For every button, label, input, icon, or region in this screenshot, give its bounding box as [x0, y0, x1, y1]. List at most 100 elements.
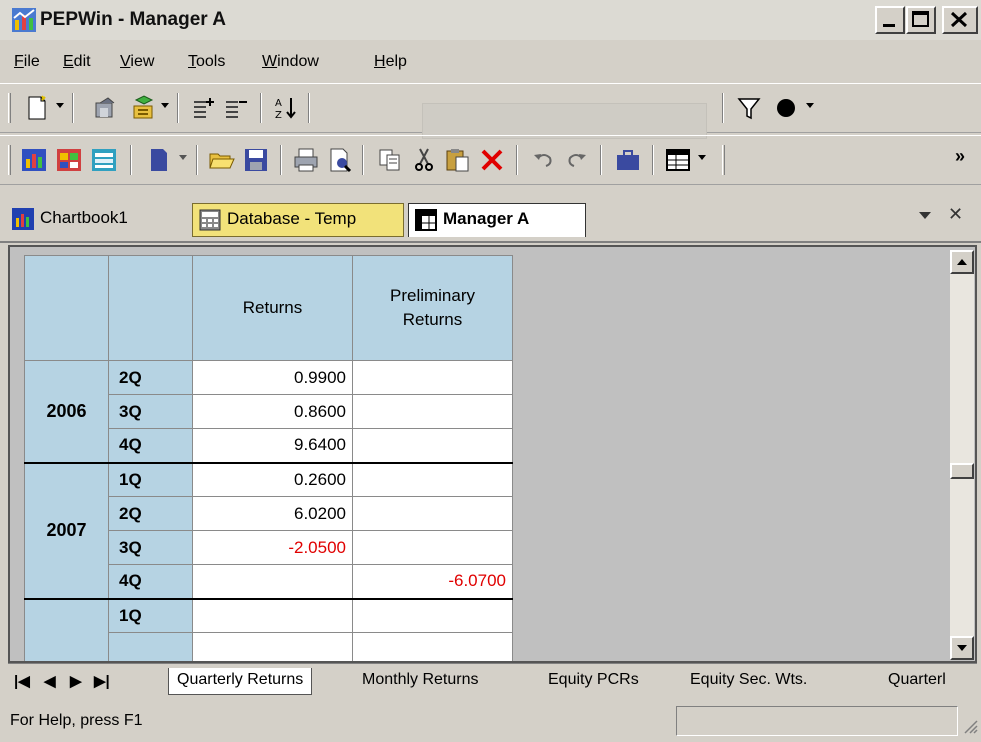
preliminary-cell[interactable] [352, 530, 513, 565]
preliminary-cell[interactable] [352, 461, 513, 497]
menu-view[interactable]: View [120, 52, 154, 72]
scroll-up-button[interactable] [950, 250, 974, 274]
close-button[interactable] [942, 6, 978, 34]
tab-list-chevron-icon[interactable] [918, 211, 932, 221]
preliminary-cell[interactable] [352, 496, 513, 531]
toolbar-grip[interactable] [8, 93, 11, 123]
copy-icon[interactable] [376, 146, 404, 174]
returns-cell[interactable] [192, 564, 353, 599]
tab-database-label: Database - Temp [227, 209, 357, 228]
chevron-down-icon[interactable] [697, 154, 707, 162]
quarter-cell: 1Q [108, 597, 193, 633]
sheet-tab-equity-pcrs[interactable]: Equity PCRs [548, 668, 639, 694]
tab-database[interactable]: Database - Temp [192, 203, 404, 237]
toolbar-separator [196, 145, 198, 175]
resize-grip-icon[interactable] [960, 716, 978, 734]
preliminary-cell-negative[interactable]: -6.0700 [352, 564, 513, 599]
open-folder-icon[interactable] [208, 146, 236, 174]
returns-cell[interactable]: 0.2600 [192, 461, 353, 497]
document-icon[interactable] [145, 146, 173, 174]
toolbar-grip[interactable] [722, 145, 725, 175]
sheet-tab-quarterly[interactable]: Quarterl [888, 668, 946, 694]
cut-icon[interactable] [410, 146, 438, 174]
table-row: 1Q [24, 597, 513, 661]
returns-cell[interactable]: 0.8600 [192, 394, 353, 429]
year-cell-2006: 2006 [24, 360, 109, 463]
next-sheet-icon[interactable]: ▶ [70, 672, 82, 690]
circle-icon[interactable] [772, 94, 800, 122]
menu-file-label: File [14, 53, 40, 70]
toolbar-overflow-icon[interactable]: » [955, 146, 965, 167]
scroll-down-button[interactable] [950, 636, 974, 660]
chevron-down-icon[interactable] [805, 102, 815, 110]
menu-edit[interactable]: Edit [63, 52, 91, 72]
column-header-returns[interactable]: Returns [192, 255, 353, 361]
tab-manager[interactable]: Manager A [408, 203, 586, 237]
scroll-thumb[interactable] [950, 463, 974, 479]
chart-multi-icon[interactable] [55, 146, 83, 174]
preliminary-cell[interactable] [352, 632, 513, 661]
new-document-icon[interactable] [22, 94, 50, 122]
preliminary-cell[interactable] [352, 597, 513, 633]
quarter-cell: 4Q [108, 564, 193, 599]
returns-cell[interactable] [192, 597, 353, 633]
toolbar-separator [72, 93, 74, 123]
minimize-button[interactable] [875, 6, 905, 34]
save-icon[interactable] [242, 146, 270, 174]
column-header-preliminary-line1: Preliminary [389, 286, 476, 305]
arrow-down-icon [957, 645, 967, 651]
menu-view-label: View [120, 53, 155, 70]
chevron-down-icon[interactable] [178, 154, 188, 162]
chevron-down-icon[interactable] [55, 102, 65, 110]
undo-icon[interactable] [530, 146, 558, 174]
remove-rows-icon[interactable] [222, 94, 250, 122]
sort-icon[interactable]: AZ [272, 94, 300, 122]
prev-sheet-icon[interactable]: ◀ [44, 672, 56, 690]
print-preview-icon[interactable] [326, 146, 354, 174]
chart-icon[interactable] [20, 146, 48, 174]
briefcase-icon[interactable] [614, 146, 642, 174]
vertical-scrollbar[interactable] [950, 250, 974, 660]
returns-cell[interactable] [192, 632, 353, 661]
year-cell [24, 597, 109, 661]
sheet-tab-equity-sec-wts[interactable]: Equity Sec. Wts. [690, 668, 807, 694]
maximize-button[interactable] [906, 6, 936, 34]
print-icon[interactable] [292, 146, 320, 174]
column-header-preliminary[interactable]: Preliminary Returns [352, 255, 513, 361]
toolbar-separator [652, 145, 654, 175]
preliminary-cell[interactable] [352, 360, 513, 395]
toolbar-grip[interactable] [8, 145, 11, 175]
last-sheet-icon[interactable]: ▶| [94, 672, 110, 690]
spreadsheet-area: Returns Preliminary Returns 2006 2Q 0.990… [8, 245, 977, 663]
database-icon[interactable] [130, 94, 158, 122]
returns-cell-negative[interactable]: -2.0500 [192, 530, 353, 565]
chart-table-icon[interactable] [90, 146, 118, 174]
preliminary-cell[interactable] [352, 428, 513, 463]
close-icon [950, 11, 968, 28]
menu-help[interactable]: Help [374, 52, 407, 72]
first-sheet-icon[interactable]: |◀ [14, 672, 30, 690]
tab-chartbook[interactable]: Chartbook1 [6, 203, 188, 237]
toolbar-separator [722, 93, 724, 123]
sheet-tab-monthly-returns[interactable]: Monthly Returns [362, 668, 479, 694]
formula-input[interactable] [422, 103, 707, 139]
returns-cell[interactable]: 9.6400 [192, 428, 353, 463]
menu-tools[interactable]: Tools [188, 52, 225, 72]
quarter-cell: 4Q [108, 428, 193, 463]
returns-cell[interactable]: 0.9900 [192, 360, 353, 395]
close-tab-icon[interactable]: ✕ [948, 204, 963, 225]
minimize-icon [883, 24, 895, 27]
menu-file[interactable]: File [14, 52, 40, 72]
filter-icon[interactable] [735, 94, 763, 122]
menu-window[interactable]: Window [262, 52, 319, 72]
preliminary-cell[interactable] [352, 394, 513, 429]
add-rows-icon[interactable] [190, 94, 218, 122]
chevron-down-icon[interactable] [160, 102, 170, 110]
redo-icon[interactable] [562, 146, 590, 174]
delete-icon[interactable] [478, 146, 506, 174]
returns-cell[interactable]: 6.0200 [192, 496, 353, 531]
paste-icon[interactable] [444, 146, 472, 174]
table-icon[interactable] [664, 146, 692, 174]
sheet-tab-quarterly-returns[interactable]: Quarterly Returns [168, 668, 313, 695]
properties-icon[interactable] [90, 94, 118, 122]
